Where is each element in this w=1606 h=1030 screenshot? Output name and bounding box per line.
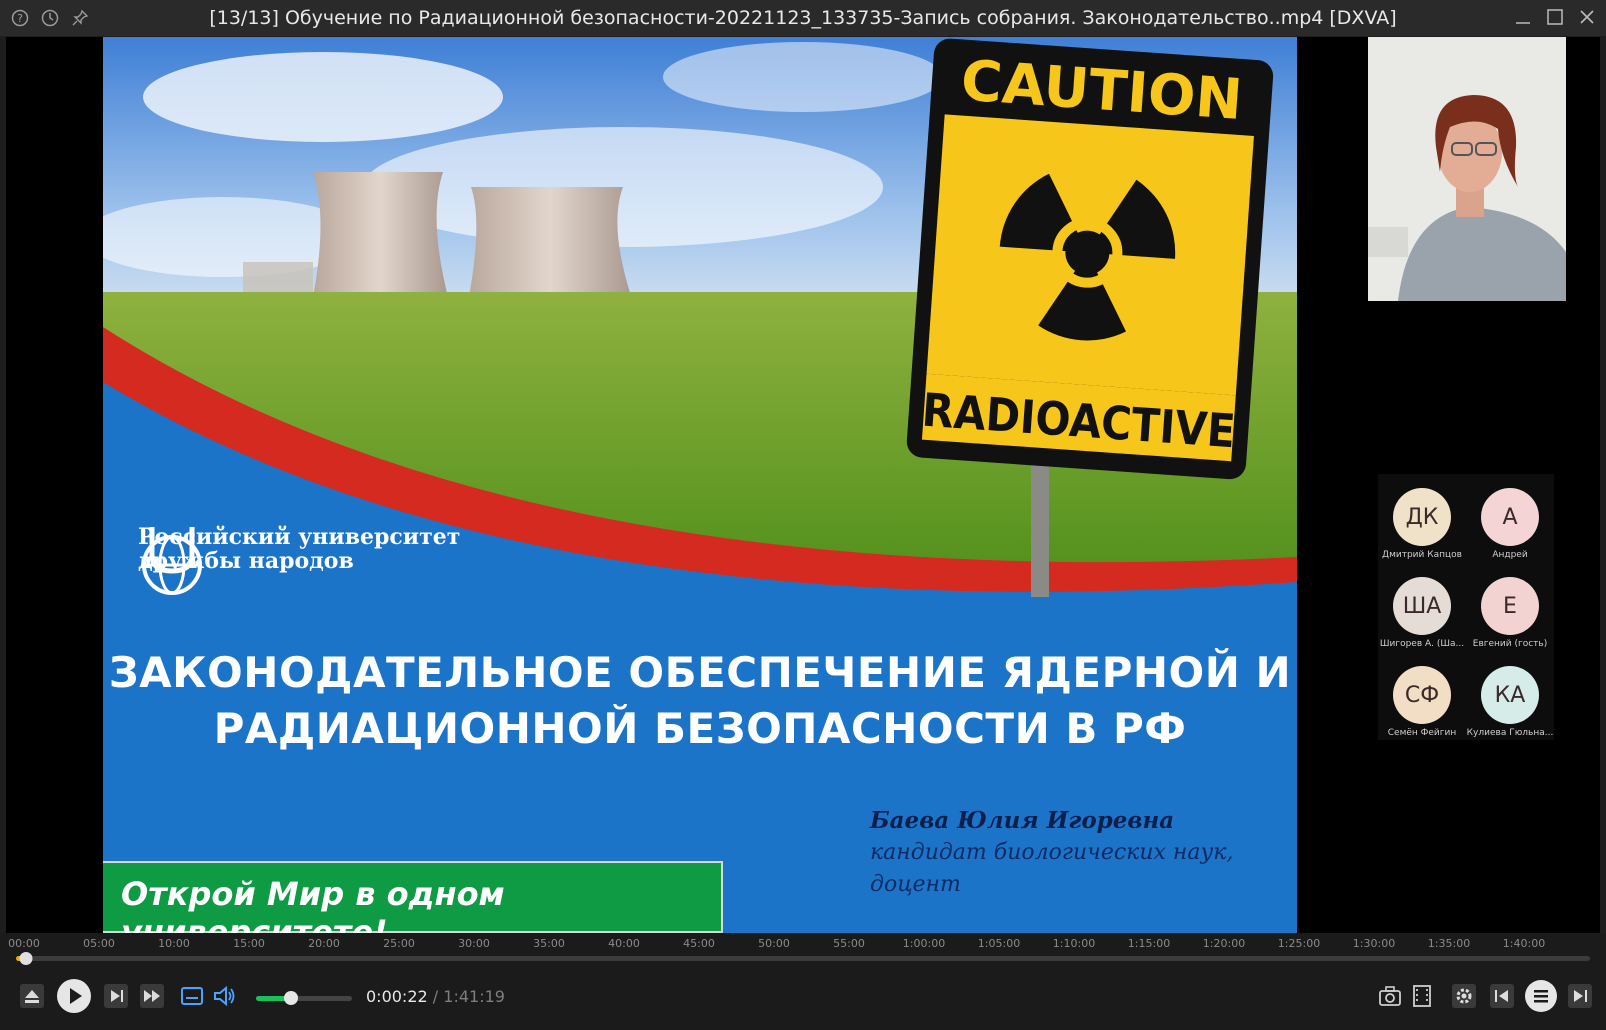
participant-tile[interactable]: ША Шигорев А. (Ша... <box>1378 577 1466 649</box>
participant-name: Андрей <box>1492 550 1528 560</box>
timeline-tick-label: 50:00 <box>758 937 790 950</box>
participant-tile[interactable]: КА Кулиева Гюльна... <box>1466 666 1554 738</box>
playlist-menu-button[interactable] <box>1524 979 1558 1013</box>
avatar: СФ <box>1393 666 1451 724</box>
avatar: ДК <box>1393 488 1451 546</box>
participants-panel: ДК Дмитрий Капцов А Андрей ША Шигорев А.… <box>1378 474 1554 740</box>
participant-tile[interactable]: А Андрей <box>1466 488 1554 560</box>
headline-line2: РАДИАЦИОННОЙ БЕЗОПАСНОСТИ В РФ <box>213 704 1187 753</box>
timeline-tick-label: 1:30:00 <box>1352 937 1396 950</box>
presentation-slide: CAUTION RADIOACTIVE Российский университ… <box>103 37 1297 933</box>
participant-name: Дмитрий Капцов <box>1382 550 1462 560</box>
timeline-tick-label: 1:10:00 <box>1052 937 1096 950</box>
play-icon <box>57 979 91 1013</box>
timeline-tick-label: 1:05:00 <box>977 937 1021 950</box>
next-file-icon[interactable] <box>1566 982 1594 1010</box>
timeline-tick-label: 20:00 <box>308 937 340 950</box>
university-logo: Российский университет дружбы народов <box>138 525 460 595</box>
maximize-icon[interactable] <box>1544 6 1566 28</box>
participant-tile[interactable]: ДК Дмитрий Капцов <box>1378 488 1466 560</box>
volume-icon[interactable] <box>212 984 238 1008</box>
timeline-tick-label: 1:00:00 <box>902 937 946 950</box>
timeline-tick-label: 40:00 <box>608 937 640 950</box>
timeline-tick-label: 1:25:00 <box>1277 937 1321 950</box>
avatar: ША <box>1393 577 1451 635</box>
participant-tile[interactable]: Е Евгений (гость) <box>1466 577 1554 649</box>
eject-open-icon[interactable] <box>18 982 46 1010</box>
globe-logo-icon <box>142 527 202 595</box>
timeline-tick-label: 25:00 <box>383 937 415 950</box>
settings-gear-icon[interactable] <box>1450 982 1478 1010</box>
timeline-tick-label: 00:00 <box>8 937 40 950</box>
timeline-tick-label: 30:00 <box>458 937 490 950</box>
timeline-tick-label: 35:00 <box>533 937 565 950</box>
participant-tile[interactable]: СФ Семён Фейгин <box>1378 666 1466 738</box>
time-display: 0:00:22 / 1:41:19 <box>366 987 505 1006</box>
timeline-tick-label: 1:40:00 <box>1502 937 1546 950</box>
avatar: КА <box>1481 666 1539 724</box>
participant-name: Семён Фейгин <box>1387 728 1457 738</box>
participant-name: Кулиева Гюльна... <box>1466 728 1554 738</box>
slide-background: CAUTION RADIOACTIVE <box>103 37 1297 933</box>
timeline-ruler[interactable]: 00:00 05:00 10:00 15:00 20:00 25:00 30:00 35:00… <box>8 933 1590 953</box>
participant-name: Евгений (гость) <box>1472 639 1548 649</box>
history-icon[interactable] <box>40 8 60 28</box>
timeline-tick-label: 10:00 <box>158 937 190 950</box>
author-degree-line2: доцент <box>870 872 961 897</box>
player-controls: 00:00 05:00 10:00 15:00 20:00 25:00 30:00 35:00… <box>0 933 1606 1030</box>
author-block: Баева Юлия Игоревна кандидат биологическ… <box>870 805 1233 901</box>
window-controls <box>1512 6 1598 28</box>
presenter-image <box>1368 37 1566 301</box>
volume-slider-handle[interactable] <box>283 991 298 1005</box>
participant-name: Шигорев А. (Ша... <box>1379 639 1465 649</box>
current-time: 0:00:22 <box>366 987 428 1006</box>
previous-file-icon[interactable] <box>1488 982 1516 1010</box>
time-separator: / <box>432 987 439 1006</box>
total-time: 1:41:19 <box>443 987 505 1006</box>
seek-bar[interactable] <box>16 952 1590 965</box>
video-frame[interactable]: CAUTION RADIOACTIVE Российский университ… <box>6 37 1600 933</box>
author-name: Баева Юлия Игоревна <box>870 807 1175 834</box>
timeline-tick-label: 1:20:00 <box>1202 937 1246 950</box>
timeline-tick-label: 1:35:00 <box>1427 937 1471 950</box>
headline-line1: ЗАКОНОДАТЕЛЬНОЕ ОБЕСПЕЧЕНИЕ ЯДЕРНОЙ И <box>108 648 1292 697</box>
pin-icon[interactable] <box>70 8 90 28</box>
window-title: [13/13] Обучение по Радиационной безопас… <box>209 7 1397 29</box>
title-bar: ? [13/13] Обучение по Радиационной безоп… <box>0 0 1606 36</box>
play-button[interactable] <box>56 978 92 1014</box>
title-bar-left-icons: ? <box>10 8 90 28</box>
subtitles-icon[interactable] <box>180 984 204 1008</box>
timeline-tick-label: 45:00 <box>683 937 715 950</box>
author-degree-line1: кандидат биологических наук, <box>870 840 1234 865</box>
timeline-tick-label: 1:15:00 <box>1127 937 1171 950</box>
volume-slider[interactable] <box>256 991 352 1005</box>
close-icon[interactable] <box>1576 6 1598 28</box>
menu-icon <box>1525 980 1557 1012</box>
timeline-tick-label: 55:00 <box>833 937 865 950</box>
seek-bar-handle[interactable] <box>19 952 33 965</box>
control-buttons-row: 0:00:22 / 1:41:19 <box>0 978 1606 1018</box>
timeline-tick-label: 05:00 <box>83 937 115 950</box>
timeline-tick-label: 15:00 <box>233 937 265 950</box>
screenshot-camera-icon[interactable] <box>1378 984 1402 1008</box>
help-icon[interactable]: ? <box>10 8 30 28</box>
avatar: А <box>1481 488 1539 546</box>
fast-forward-icon[interactable] <box>138 982 166 1010</box>
slogan-banner: Открой Мир в одном университете! <box>103 861 723 933</box>
minimize-icon[interactable] <box>1512 6 1534 28</box>
slide-headline: ЗАКОНОДАТЕЛЬНОЕ ОБЕСПЕЧЕНИЕ ЯДЕРНОЙ И РА… <box>103 645 1297 757</box>
avatar: Е <box>1481 577 1539 635</box>
video-film-icon[interactable] <box>1410 984 1434 1008</box>
next-frame-icon[interactable] <box>102 982 130 1010</box>
slogan-text: Открой Мир в одном университете! <box>121 875 505 933</box>
presenter-video <box>1368 37 1566 301</box>
svg-text:?: ? <box>17 12 23 25</box>
